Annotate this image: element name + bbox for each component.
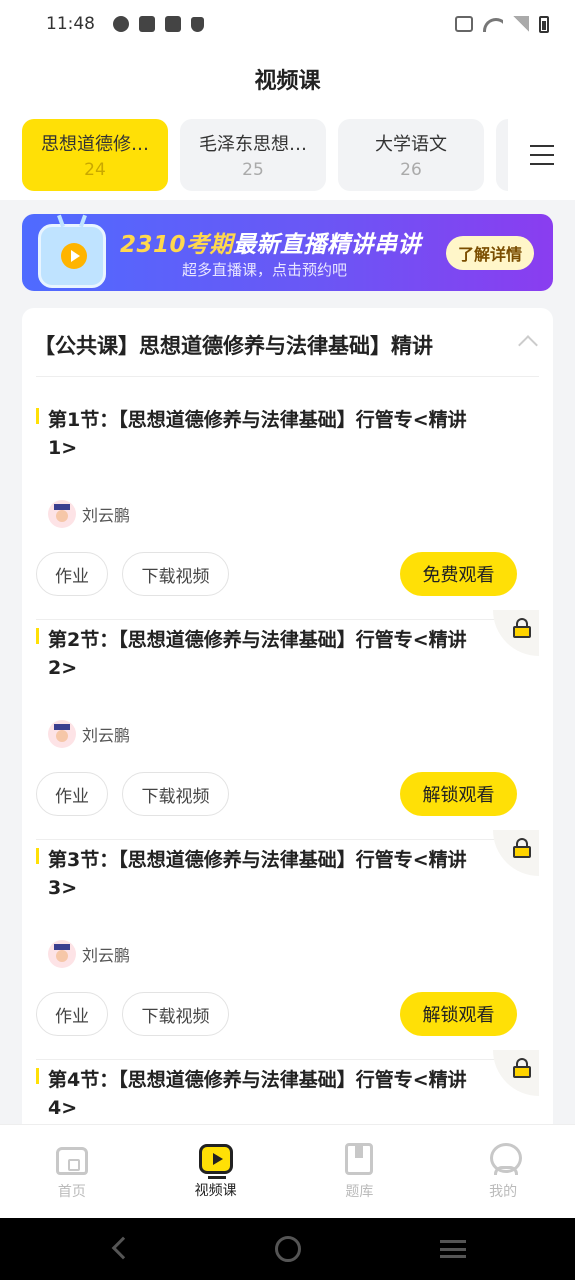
download-video-button[interactable]: 下载视频 [122,772,229,816]
free-watch-button[interactable]: 免费观看 [400,552,517,596]
teacher-avatar [48,500,76,528]
page-title: 视频课 [254,69,321,94]
system-nav-bar [0,1218,575,1280]
nav-label: 首页 [57,1183,86,1200]
lesson-item[interactable]: 第2节：【思想道德修养与法律基础】行管专<精讲2> 刘云鹏 作业 下载视频 解锁… [36,610,539,840]
teacher-avatar [48,720,76,748]
vibrate-icon [455,16,473,32]
tab-course-2[interactable]: 毛泽东思想… 25 [180,119,326,191]
download-video-button[interactable]: 下载视频 [122,992,229,1036]
tab-count: 26 [400,160,422,180]
mail-notification-icon [139,16,155,32]
menu-icon [529,145,554,165]
home-circle-icon[interactable] [275,1236,301,1262]
mail-notification-icon [165,16,181,32]
lock-icon [513,1058,531,1078]
banner-subtitle: 超多直播课，点击预约吧 [182,261,348,279]
back-icon[interactable] [111,1236,135,1260]
battery-icon [539,15,549,33]
nav-label: 我的 [489,1183,518,1200]
bottom-nav: 首页 视频课 题库 我的 [0,1124,575,1218]
learn-more-button[interactable]: 了解详情 [446,236,534,270]
banner-headline: 2310考期最新直播精讲串讲 [120,225,421,259]
recent-apps-icon[interactable] [440,1240,466,1258]
page-header: 视频课 [0,48,575,110]
signal-icon [513,16,529,32]
video-icon [198,1143,233,1179]
teacher-avatar [48,940,76,968]
teacher: 刘云鹏 [48,500,130,528]
app-notification-icon [113,16,129,32]
divider [36,376,539,377]
book-icon [345,1142,374,1175]
lock-icon [513,838,531,858]
wifi-icon [483,16,503,32]
lesson-marker [36,628,39,644]
teacher-name: 刘云鹏 [82,946,131,965]
status-time: 11:48 [46,14,95,34]
lesson-item[interactable]: 第3节：【思想道德修养与法律基础】行管专<精讲3> 刘云鹏 作业 下载视频 解锁… [36,830,539,1060]
unlock-watch-button[interactable]: 解锁观看 [400,772,517,816]
teacher-name: 刘云鹏 [82,506,131,525]
nav-video[interactable]: 视频课 [144,1125,288,1218]
banner-headline-rest: 最新直播精讲串讲 [233,232,422,258]
banner-headline-highlight: 2310考期 [120,232,234,258]
lock-badge [493,830,539,876]
tv-icon [38,224,106,288]
status-bar: 11:48 [0,0,575,48]
nav-question-bank[interactable]: 题库 [288,1125,432,1218]
promo-banner[interactable]: 2310考期最新直播精讲串讲 超多直播课，点击预约吧 了解详情 [22,214,553,291]
tab-name: 大学语文 [375,134,447,155]
unlock-watch-button[interactable]: 解锁观看 [400,992,517,1036]
lock-badge [493,1050,539,1096]
download-video-button[interactable]: 下载视频 [122,552,229,596]
lock-badge [493,610,539,656]
tab-count: 25 [242,160,264,180]
tab-count: 24 [84,160,106,180]
teacher-name: 刘云鹏 [82,726,131,745]
tabs-menu-button[interactable] [508,110,575,200]
teacher: 刘云鹏 [48,940,130,968]
lesson-title: 第3节：【思想道德修养与法律基础】行管专<精讲3> [48,849,467,899]
lesson-item[interactable]: 第1节：【思想道德修养与法律基础】行管专<精讲1> 刘云鹏 作业 下载视频 免费… [36,400,539,620]
nav-home[interactable]: 首页 [0,1125,144,1218]
tab-name: 毛泽东思想… [199,134,307,155]
nav-label: 视频课 [194,1182,237,1199]
shield-icon [191,16,204,32]
homework-button[interactable]: 作业 [36,552,108,596]
homework-button[interactable]: 作业 [36,992,108,1036]
tab-course-1[interactable]: 思想道德修… 24 [22,119,168,191]
course-card: 【公共课】思想道德修养与法律基础】精讲 第1节：【思想道德修养与法律基础】行管专… [22,308,553,1138]
chevron-up-icon[interactable] [518,335,538,355]
lesson-marker [36,848,39,864]
lesson-marker [36,1068,39,1084]
play-icon [61,243,87,269]
tab-course-3[interactable]: 大学语文 26 [338,119,484,191]
lesson-marker [36,408,39,424]
lesson-title: 第1节：【思想道德修养与法律基础】行管专<精讲1> [48,409,467,459]
tab-name: 思想道德修… [41,134,149,155]
home-icon [55,1146,88,1175]
homework-button[interactable]: 作业 [36,772,108,816]
teacher: 刘云鹏 [48,720,130,748]
profile-icon [488,1142,523,1175]
course-title: 【公共课】思想道德修养与法律基础】精讲 [34,334,433,358]
nav-profile[interactable]: 我的 [431,1125,575,1218]
nav-label: 题库 [345,1183,374,1200]
lock-icon [513,618,531,638]
lesson-title: 第4节：【思想道德修养与法律基础】行管专<精讲4> [48,1069,467,1119]
lesson-title: 第2节：【思想道德修养与法律基础】行管专<精讲2> [48,629,467,679]
course-tabs: 思想道德修… 24 毛泽东思想… 25 大学语文 26 [0,110,575,200]
